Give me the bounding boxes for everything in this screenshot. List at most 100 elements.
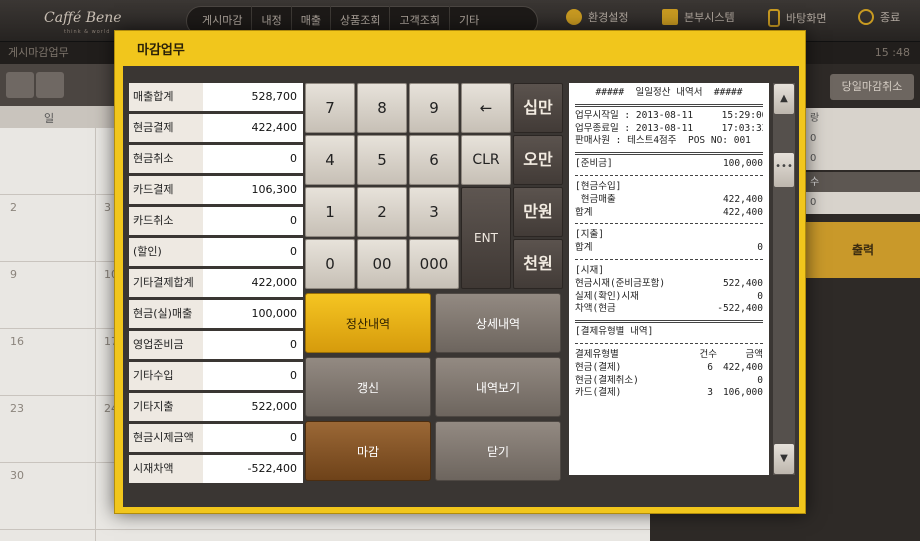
hq-system-button[interactable]: 본부시스템 [662, 9, 735, 25]
summary-label: 카드취소 [129, 207, 203, 235]
key-8[interactable]: 8 [357, 83, 407, 133]
summary-value: 106,300 [251, 183, 298, 196]
receipt-start: 업무시작일 : 2013-08-11 15:29:00 [575, 109, 763, 121]
enter-key[interactable]: ENT [461, 187, 511, 289]
key-10000[interactable]: 만원 [513, 187, 563, 237]
summary-row: 카드취소 0 [129, 207, 303, 235]
summary-value: 0 [290, 245, 297, 258]
view-history-button[interactable]: 내역보기 [435, 357, 561, 417]
key-5[interactable]: 5 [357, 135, 407, 185]
weekday-label: 일 [44, 112, 55, 125]
receipt-table-row: 현금(결제) 422,400 6 [575, 361, 763, 373]
summary-label: 시재차액 [129, 455, 203, 483]
summary-row: 영업준비금 0 [129, 331, 303, 359]
panel-label: 수 [806, 172, 920, 194]
scroll-thumb[interactable]: ••• [774, 153, 794, 187]
summary-value: 0 [290, 152, 297, 165]
summary-row: (할인) 0 [129, 238, 303, 266]
refresh-button[interactable]: 갱신 [305, 357, 431, 417]
summary-value: 0 [290, 431, 297, 444]
close-button[interactable]: 닫기 [435, 421, 561, 481]
key-4[interactable]: 4 [305, 135, 355, 185]
settings-button[interactable]: 환경설정 [566, 9, 628, 25]
summary-label: 현금취소 [129, 145, 203, 173]
receipt-panel: ##### 일일정산 내역서 ##### 업무시작일 : 2013-08-11 … [569, 83, 769, 475]
print-button[interactable]: 출력 [806, 222, 920, 278]
key-9[interactable]: 9 [409, 83, 459, 133]
receipt-line: 실제(확인)시재 0 [575, 290, 763, 302]
backspace-key[interactable]: ← [461, 83, 511, 133]
summary-row: 현금(실)매출 100,000 [129, 300, 303, 328]
clear-key[interactable]: CLR [461, 135, 511, 185]
receipt-line: 현금매출 422,400 [575, 193, 763, 205]
summary-value: 0 [290, 214, 297, 227]
summary-value: 422,000 [251, 276, 298, 289]
close-day-button[interactable]: 마감 [305, 421, 431, 481]
key-1[interactable]: 1 [305, 187, 355, 237]
receipt-section: [결제유형별 내역] [575, 326, 654, 338]
summary-label: (할인) [129, 238, 203, 266]
phone-icon [768, 9, 780, 27]
summary-list: 매출합계 528,700 현금결제 422,400 현금취소 0 카드결제 106,30… [129, 83, 303, 486]
closing-dialog: 마감업무 매출합계 528,700 현금결제 422,400 현금취소 0 카드결제 1… [114, 30, 806, 514]
dialog-body: 매출합계 528,700 현금결제 422,400 현금취소 0 카드결제 106,30… [123, 66, 799, 507]
summary-label: 기타수입 [129, 362, 203, 390]
key-100000[interactable]: 십만 [513, 83, 563, 133]
triangle-up-icon: ▲ [780, 93, 788, 104]
scroll-up-button[interactable]: ▲ [774, 84, 794, 114]
key-3[interactable]: 3 [409, 187, 459, 237]
summary-label: 현금(실)매출 [129, 300, 203, 328]
summary-row: 카드결제 106,300 [129, 176, 303, 204]
logo: Caffé Bene [44, 10, 122, 26]
desktop-button[interactable]: 바탕화면 [768, 9, 826, 27]
receipt-title: ##### 일일정산 내역서 ##### [595, 87, 743, 98]
summary-label: 기타결제합계 [129, 269, 203, 297]
detail-button[interactable]: 상세내역 [435, 293, 561, 353]
summary-label: 기타지출 [129, 393, 203, 421]
summary-value: -522,400 [247, 462, 297, 475]
equalizer-icon [662, 9, 678, 25]
calendar-date[interactable]: 3 [104, 201, 111, 214]
calendar-date[interactable]: 23 [10, 402, 24, 415]
summary-row: 현금취소 0 [129, 145, 303, 173]
prev-year-button[interactable] [6, 72, 34, 98]
summary-label: 매출합계 [129, 83, 203, 111]
summary-row: 기타결제합계 422,000 [129, 269, 303, 297]
receipt-table-row: 카드(결제) 106,000 3 [575, 387, 763, 399]
exit-button[interactable]: 종료 [858, 9, 900, 25]
triangle-down-icon: ▼ [780, 453, 788, 464]
key-50000[interactable]: 오만 [513, 135, 563, 185]
receipt-section: [현금수입] [575, 180, 622, 192]
key-00[interactable]: 00 [357, 239, 407, 289]
calendar-date[interactable]: 9 [10, 268, 17, 281]
gear-icon [566, 9, 582, 25]
screen-title: 게시마감업무 [8, 46, 69, 59]
prev-month-button[interactable] [36, 72, 64, 98]
arrow-left-icon: ← [479, 99, 493, 117]
receipt-seller: 판매사원 : 테스트4점주 POS NO: 001 [575, 135, 751, 147]
settlement-button[interactable]: 정산내역 [305, 293, 431, 353]
cancel-day-close-button[interactable]: 당일마감취소 [830, 74, 914, 100]
key-000[interactable]: 000 [409, 239, 459, 289]
key-7[interactable]: 7 [305, 83, 355, 133]
scroll-down-button[interactable]: ▼ [774, 444, 794, 474]
key-2[interactable]: 2 [357, 187, 407, 237]
calendar-date[interactable]: 30 [10, 469, 24, 482]
receipt-section: [시재] [575, 264, 604, 276]
summary-row: 기타지출 522,000 [129, 393, 303, 421]
panel-value: 0 [806, 192, 920, 214]
key-0[interactable]: 0 [305, 239, 355, 289]
summary-value: 0 [290, 369, 297, 382]
key-6[interactable]: 6 [409, 135, 459, 185]
receipt-line: 합계 422,400 [575, 206, 763, 218]
receipt-line: 현금시재(준비금포함) 522,400 [575, 277, 763, 289]
receipt-end: 업무종료일 : 2013-08-11 17:03:33 [575, 122, 763, 134]
calendar-date[interactable]: 16 [10, 335, 24, 348]
key-1000[interactable]: 천원 [513, 239, 563, 289]
summary-row: 매출합계 528,700 [129, 83, 303, 111]
receipt-line: 합계 0 [575, 242, 763, 254]
logo-tagline: think & world [64, 29, 111, 35]
receipt-line: 차액(현금 -522,400 [575, 303, 763, 315]
calendar-date[interactable]: 2 [10, 201, 17, 214]
receipt-scrollbar[interactable]: ▲ ••• ▼ [773, 83, 795, 475]
